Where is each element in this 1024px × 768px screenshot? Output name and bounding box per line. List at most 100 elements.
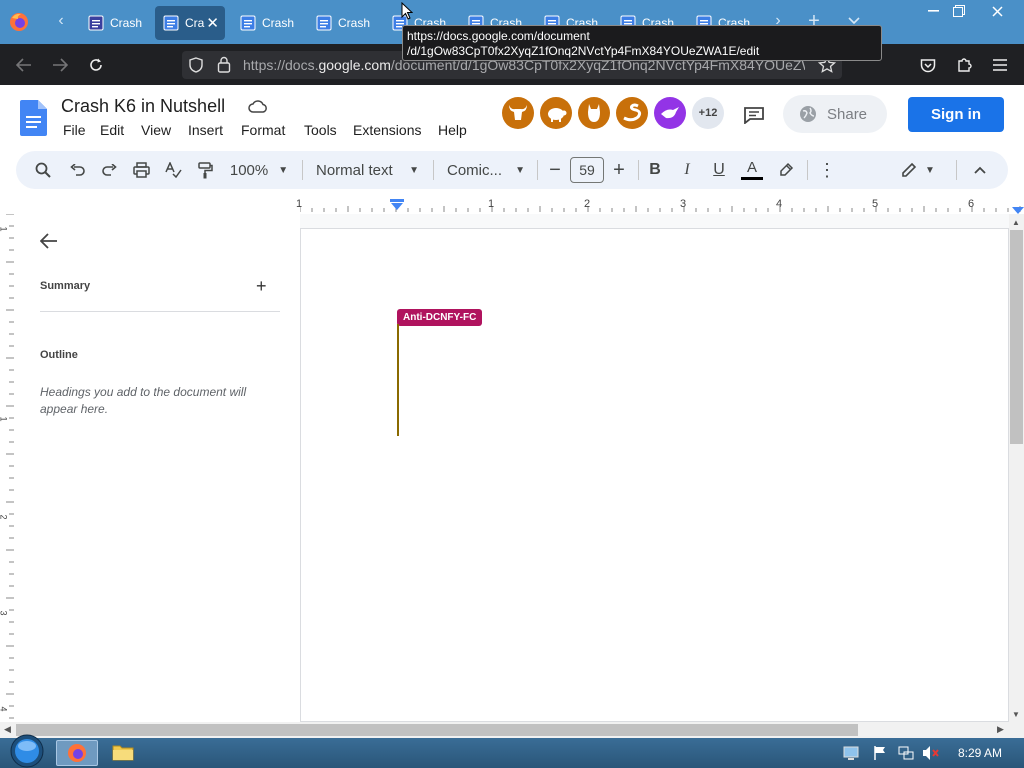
toolbar-divider: [638, 160, 639, 180]
paragraph-style-select[interactable]: Normal text ▼: [316, 158, 419, 182]
document-title[interactable]: Crash K6 in Nutshell: [61, 96, 225, 117]
horizontal-scroll-thumb[interactable]: [16, 724, 858, 736]
font-size-input[interactable]: 59: [570, 157, 604, 183]
scroll-right-arrow-icon[interactable]: ▶: [997, 724, 1004, 735]
menu-edit[interactable]: Edit: [100, 122, 124, 138]
spelling-check-icon[interactable]: [163, 158, 183, 182]
cloud-saved-icon[interactable]: [248, 99, 268, 120]
collaborator-avatar-snake-icon[interactable]: [616, 97, 648, 129]
tray-volume-muted-icon[interactable]: [922, 745, 940, 766]
share-label: Share: [827, 105, 868, 123]
ruler-number: 1: [296, 198, 303, 210]
document-page[interactable]: Anti-DCNFY-FC: [300, 228, 1009, 722]
ruler-number: 1: [488, 198, 495, 210]
taskbar-firefox-button[interactable]: [56, 740, 98, 766]
browser-tab[interactable]: Cra ✕: [155, 6, 225, 40]
menu-format[interactable]: Format: [241, 122, 285, 138]
underline-icon[interactable]: U: [709, 158, 729, 182]
close-outline-back-arrow-icon[interactable]: [39, 233, 58, 254]
tray-network-monitor-icon[interactable]: [843, 745, 859, 766]
font-dropdown-arrow-icon: ▼: [515, 164, 525, 176]
vertical-scroll-thumb[interactable]: [1010, 230, 1023, 444]
extensions-puzzle-icon[interactable]: [951, 52, 977, 78]
share-button[interactable]: Share: [783, 95, 887, 133]
hide-menus-chevron-up-icon[interactable]: [970, 158, 990, 182]
more-collaborators-count[interactable]: +12: [692, 97, 724, 129]
increase-font-size-plus-icon[interactable]: +: [609, 158, 629, 182]
ruler-number: 5: [872, 198, 879, 210]
add-summary-plus-icon[interactable]: +: [256, 277, 267, 295]
google-docs-tab-icon: [88, 15, 104, 31]
font-family-select[interactable]: Comic... ▼: [447, 158, 525, 182]
panel-divider: [40, 311, 280, 312]
bold-icon[interactable]: B: [645, 158, 665, 182]
forward-arrow-icon[interactable]: [47, 52, 73, 78]
lock-icon[interactable]: [217, 56, 231, 78]
browser-tab[interactable]: Crash: [80, 6, 150, 40]
menu-extensions[interactable]: Extensions: [353, 122, 421, 138]
outline-heading: Outline: [40, 349, 78, 361]
highlight-pen-icon[interactable]: [776, 158, 796, 182]
menu-file[interactable]: File: [63, 122, 86, 138]
browser-tab[interactable]: Crash: [308, 6, 378, 40]
vertical-ruler[interactable]: 1 1 2 3 4: [0, 214, 14, 722]
comment-history-icon[interactable]: [743, 106, 765, 129]
vertical-scrollbar[interactable]: ▲ ▼: [1009, 214, 1024, 722]
tab-label: Crash: [110, 16, 143, 30]
close-window-icon[interactable]: [980, 0, 1014, 22]
print-icon[interactable]: [131, 158, 151, 182]
more-options-vertical-dots-icon[interactable]: ⋮: [817, 158, 837, 182]
decrease-font-size-minus-icon[interactable]: −: [545, 158, 565, 182]
ruler-number: 4: [776, 198, 783, 210]
editing-mode-pencil-icon[interactable]: ▼: [896, 158, 940, 182]
taskbar-file-explorer-folder-icon[interactable]: [112, 743, 134, 766]
vertical-ruler-ticks: [6, 214, 14, 719]
start-orb-icon[interactable]: [8, 734, 46, 768]
collaborator-avatar-bird-icon[interactable]: [654, 97, 686, 129]
tooltip-line-1: https://docs.google.com/document: [407, 29, 590, 43]
tab-label: Cra: [185, 16, 205, 30]
zoom-select[interactable]: 100% ▼: [228, 158, 290, 182]
collaborator-avatar-bull-icon[interactable]: [502, 97, 534, 129]
scroll-tabs-left-icon[interactable]: ‹: [50, 6, 72, 36]
back-arrow-icon[interactable]: [11, 52, 37, 78]
mouse-pointer-icon: [401, 1, 414, 25]
text-color-icon[interactable]: A: [739, 158, 765, 182]
url-tooltip: https://docs.google.com/document /d/1gOw…: [402, 25, 882, 61]
restore-window-icon[interactable]: [942, 0, 976, 22]
google-docs-logo-icon[interactable]: [20, 100, 47, 141]
close-tab-icon[interactable]: ✕: [206, 16, 219, 31]
toolbar-divider: [433, 160, 434, 180]
collaborator-avatar-pig-icon[interactable]: [540, 97, 572, 129]
menu-view[interactable]: View: [141, 122, 171, 138]
tracking-protection-shield-icon[interactable]: [188, 57, 204, 78]
horizontal-scrollbar[interactable]: ◀ ▶: [0, 722, 1024, 738]
vertical-ruler-number: 1: [0, 226, 9, 231]
vertical-ruler-number: 1: [0, 416, 9, 421]
collaborator-avatar-cat-icon[interactable]: [578, 97, 610, 129]
undo-icon[interactable]: [67, 158, 87, 182]
menu-help[interactable]: Help: [438, 122, 467, 138]
sign-in-button[interactable]: Sign in: [908, 97, 1004, 132]
pocket-icon[interactable]: [915, 52, 941, 78]
search-menus-icon[interactable]: [33, 158, 53, 182]
clock[interactable]: 8:29 AM: [958, 746, 1002, 760]
document-outline-panel: Summary + Outline Headings you add to th…: [14, 214, 300, 722]
scroll-down-arrow-icon[interactable]: ▼: [1012, 710, 1020, 719]
browser-tab[interactable]: Crash: [232, 6, 302, 40]
menu-insert[interactable]: Insert: [188, 122, 223, 138]
tooltip-line-2: /d/1gOw83CpT0fx2XyqZ1fOnq2NVctYp4FmX84YO…: [407, 44, 760, 58]
hamburger-menu-icon[interactable]: [987, 52, 1013, 78]
firefox-logo-icon[interactable]: [9, 12, 29, 37]
ruler-ticks: [300, 206, 1021, 212]
menu-tools[interactable]: Tools: [304, 122, 337, 138]
redo-icon[interactable]: [99, 158, 119, 182]
italic-icon[interactable]: I: [677, 158, 697, 182]
reload-icon[interactable]: [83, 52, 109, 78]
tray-network-icon[interactable]: [898, 745, 914, 766]
horizontal-ruler[interactable]: 1 1 2 3 4 5 6: [296, 198, 1024, 214]
globe-icon: [800, 106, 816, 122]
tray-action-center-flag-icon[interactable]: [873, 745, 887, 766]
scroll-up-arrow-icon[interactable]: ▲: [1012, 218, 1020, 227]
paint-format-icon[interactable]: [195, 158, 215, 182]
